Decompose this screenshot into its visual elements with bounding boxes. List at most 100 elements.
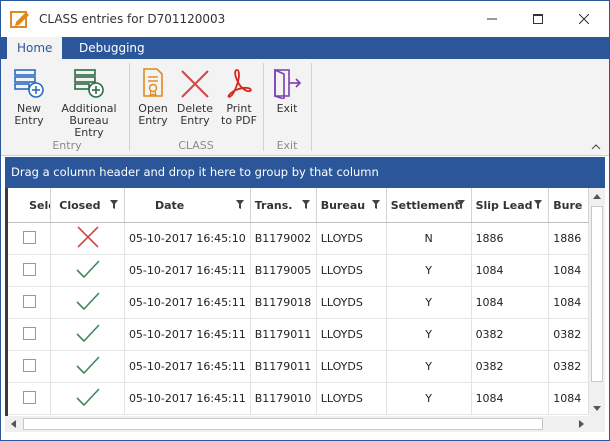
scroll-right-button[interactable]: [573, 416, 589, 432]
table-row[interactable]: 05-10-2017 16:45:11 B1179005 LLOYDS Y 1084 10…: [8, 254, 589, 287]
select-cell[interactable]: [8, 222, 52, 255]
column-header-settlement[interactable]: Settlement: [386, 188, 472, 223]
select-cell[interactable]: [8, 350, 52, 383]
arrow-right-icon: [578, 420, 584, 428]
trans-cell: B1179010: [250, 382, 317, 415]
bureau-cell: LLOYDS: [316, 382, 387, 415]
select-cell[interactable]: [8, 254, 52, 287]
table-row[interactable]: 05-10-2017 16:45:11 B1179011 LLOYDS Y 0382 03…: [8, 318, 589, 351]
select-checkbox[interactable]: [22, 230, 36, 244]
select-checkbox[interactable]: [22, 294, 36, 308]
date-cell: 05-10-2017 16:45:11: [124, 254, 251, 287]
arrow-up-icon: [593, 193, 601, 199]
column-header-bure[interactable]: Bure: [548, 188, 589, 223]
filter-icon[interactable]: [456, 200, 465, 209]
select-checkbox[interactable]: [22, 390, 36, 404]
print-to-pdf-button[interactable]: Print to PDF: [217, 63, 261, 127]
bureau-cell: LLOYDS: [316, 318, 387, 351]
delete-entry-button[interactable]: Delete Entry: [175, 63, 215, 127]
column-header-date[interactable]: Date: [124, 188, 251, 223]
date-cell: 05-10-2017 16:45:11: [124, 286, 251, 319]
column-header-slip-lead[interactable]: Slip Lead: [471, 188, 550, 223]
horizontal-scrollbar[interactable]: [5, 416, 589, 432]
horizontal-scroll-thumb[interactable]: [23, 418, 543, 430]
table-row[interactable]: 05-10-2017 16:45:10 B1179002 LLOYDS N 1886 18…: [8, 222, 589, 255]
bure-cell: 0382: [548, 350, 589, 383]
delete-icon: [181, 70, 209, 98]
exit-button[interactable]: Exit: [267, 63, 307, 115]
filter-icon[interactable]: [109, 200, 118, 209]
bure-cell: 1886: [548, 222, 589, 255]
exit-door-icon: [274, 68, 302, 99]
select-cell[interactable]: [8, 318, 52, 351]
slip-lead-cell: 1886: [471, 222, 550, 255]
closed-cell: [50, 286, 125, 319]
filter-icon[interactable]: [235, 200, 244, 209]
filter-icon[interactable]: [534, 200, 543, 209]
column-header-select[interactable]: Select: [8, 188, 52, 223]
slip-lead-cell: 0382: [471, 318, 550, 351]
minimize-icon: [487, 18, 497, 20]
select-checkbox[interactable]: [22, 358, 36, 372]
trans-cell: B1179011: [250, 350, 317, 383]
maximize-button[interactable]: [515, 1, 561, 37]
bure-cell: 1084: [548, 254, 589, 287]
bureau-cell: LLOYDS: [316, 350, 387, 383]
select-cell[interactable]: [8, 382, 52, 415]
vertical-scrollbar[interactable]: [589, 188, 605, 416]
entries-grid: Select Closed Date Trans. Bureau Settlem…: [5, 188, 589, 416]
select-checkbox[interactable]: [22, 262, 36, 276]
additional-bureau-entry-button[interactable]: Additional Bureau Entry: [53, 63, 125, 139]
arrow-down-icon: [593, 405, 601, 411]
settlement-cell: Y: [386, 254, 472, 287]
app-logo-icon: [10, 11, 29, 28]
grid-body: 05-10-2017 16:45:10 B1179002 LLOYDS N 1886 18…: [8, 222, 589, 415]
column-header-trans[interactable]: Trans.: [250, 188, 317, 223]
scroll-up-button[interactable]: [589, 188, 605, 204]
ribbon: New Entry Additional Bureau Entry Entry: [1, 59, 609, 156]
trans-cell: B1179002: [250, 222, 317, 255]
scroll-left-button[interactable]: [5, 416, 21, 432]
bure-cell: 1084: [548, 286, 589, 319]
minimize-button[interactable]: [469, 1, 515, 37]
additional-bureau-label-2: Bureau Entry: [69, 114, 109, 139]
cross-icon: [77, 226, 99, 248]
maximize-icon: [533, 14, 543, 24]
group-label-entry: Entry: [52, 139, 82, 152]
tab-debugging[interactable]: Debugging: [69, 37, 155, 59]
vertical-scroll-thumb[interactable]: [591, 206, 603, 382]
table-row[interactable]: 05-10-2017 16:45:11 B1179011 LLOYDS Y 0382 03…: [8, 350, 589, 383]
check-icon: [76, 292, 100, 311]
select-checkbox[interactable]: [22, 326, 36, 340]
close-button[interactable]: [561, 1, 607, 37]
tab-home[interactable]: Home: [7, 37, 63, 59]
open-entry-button[interactable]: Open Entry: [133, 63, 173, 127]
column-header-bureau[interactable]: Bureau: [316, 188, 387, 223]
delete-entry-label-2: Entry: [180, 114, 210, 127]
table-row[interactable]: 05-10-2017 16:45:11 B1179010 LLOYDS Y 1084 10…: [8, 382, 589, 415]
group-by-panel[interactable]: Drag a column header and drop it here to…: [5, 157, 605, 188]
select-cell[interactable]: [8, 286, 52, 319]
slip-lead-cell: 1084: [471, 254, 550, 287]
date-cell: 05-10-2017 16:45:11: [124, 318, 251, 351]
scroll-down-button[interactable]: [589, 400, 605, 416]
check-icon: [76, 388, 100, 407]
title-bar: CLASS entries for D701120003: [1, 1, 609, 37]
ribbon-tab-bar: Home Debugging: [1, 37, 609, 59]
column-header-closed[interactable]: Closed: [50, 188, 125, 223]
trans-cell: B1179018: [250, 286, 317, 319]
slip-lead-cell: 0382: [471, 350, 550, 383]
trans-cell: B1179011: [250, 318, 317, 351]
settlement-cell: N: [386, 222, 472, 255]
open-entry-label-2: Entry: [138, 114, 168, 127]
filter-icon[interactable]: [371, 200, 380, 209]
new-entry-button[interactable]: New Entry: [7, 63, 51, 127]
collapse-ribbon-icon[interactable]: [591, 143, 601, 151]
date-cell: 05-10-2017 16:45:11: [124, 350, 251, 383]
settlement-cell: Y: [386, 318, 472, 351]
closed-cell: [50, 350, 125, 383]
date-cell: 05-10-2017 16:45:10: [124, 222, 251, 255]
settlement-cell: Y: [386, 286, 472, 319]
table-row[interactable]: 05-10-2017 16:45:11 B1179018 LLOYDS Y 1084 10…: [8, 286, 589, 319]
filter-icon[interactable]: [301, 200, 310, 209]
